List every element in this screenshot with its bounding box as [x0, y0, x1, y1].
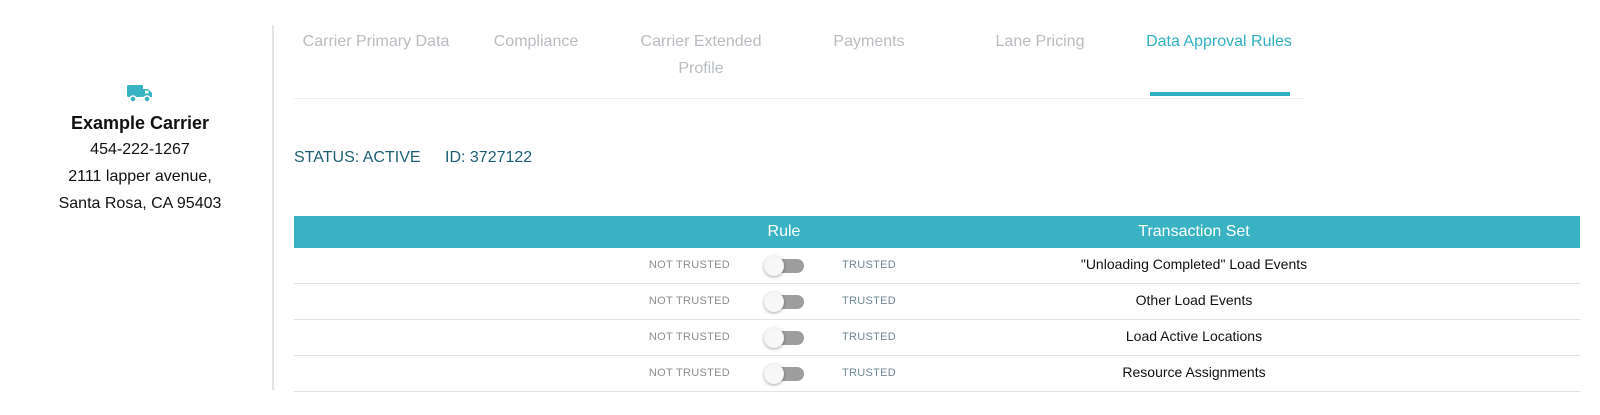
trusted-label: TRUSTED [842, 259, 897, 271]
tab-carrier-primary-data[interactable]: Carrier Primary Data [294, 28, 458, 55]
trust-toggle[interactable] [764, 328, 804, 348]
tab-data-approval-rules[interactable]: Data Approval Rules [1144, 28, 1294, 55]
toggle-knob [764, 292, 784, 312]
carrier-detail-page: Example Carrier 454-222-1267 2111 lapper… [0, 0, 1600, 415]
truck-icon [127, 85, 152, 103]
table-row: NOT TRUSTED TRUSTED "Unloading Completed… [294, 248, 1580, 284]
tab-label: Lane Pricing [995, 33, 1085, 50]
trusted-label: TRUSTED [842, 331, 897, 343]
carrier-id-text: ID: 3727122 [445, 149, 533, 166]
transaction-set-name: Load Active Locations [1125, 328, 1263, 344]
tab-bar: Carrier Primary Data Compliance Carrier … [294, 28, 1304, 99]
tab-label: Data Approval Rules [1146, 33, 1292, 50]
tab-lane-pricing[interactable]: Lane Pricing [980, 28, 1100, 55]
not-trusted-label: NOT TRUSTED [648, 367, 730, 379]
trusted-label: TRUSTED [842, 295, 897, 307]
not-trusted-label: NOT TRUSTED [648, 295, 730, 307]
data-approval-rules-table: Rule Transaction Set NOT TRUSTED TRUSTED… [294, 216, 1580, 392]
table-row: NOT TRUSTED TRUSTED Load Active Location… [294, 320, 1580, 356]
trust-toggle[interactable] [764, 256, 804, 276]
carrier-address-line-1: 2111 lapper avenue, [68, 168, 212, 185]
toggle-knob [764, 256, 784, 276]
toggle-knob [764, 328, 784, 348]
status-text: STATUS: ACTIVE [294, 149, 421, 166]
tab-payments[interactable]: Payments [814, 28, 924, 55]
tab-label: Carrier Extended [640, 33, 762, 50]
table-header: Rule Transaction Set [294, 216, 1580, 248]
carrier-profile-card: Example Carrier 454-222-1267 2111 lapper… [40, 82, 240, 217]
tab-label: Carrier Primary Data [302, 33, 450, 50]
tab-carrier-extended-profile[interactable]: Carrier Extended Profile [624, 28, 778, 82]
column-header-rule: Rule [767, 223, 801, 240]
tab-label-line-2: Profile [678, 60, 724, 77]
tab-label: Compliance [493, 33, 579, 50]
transaction-set-name: Resource Assignments [1122, 364, 1266, 380]
table-row: NOT TRUSTED TRUSTED Resource Assignments [294, 356, 1580, 392]
column-header-transaction-set: Transaction Set [1138, 223, 1250, 240]
active-tab-indicator [1150, 92, 1290, 96]
not-trusted-label: NOT TRUSTED [648, 259, 730, 271]
not-trusted-label: NOT TRUSTED [648, 331, 730, 343]
carrier-name: Example Carrier [70, 113, 210, 133]
transaction-set-name: "Unloading Completed" Load Events [1080, 256, 1308, 272]
transaction-set-name: Other Load Events [1135, 292, 1253, 308]
trust-toggle[interactable] [764, 292, 804, 312]
trusted-label: TRUSTED [842, 367, 897, 379]
trust-toggle[interactable] [764, 364, 804, 384]
toggle-knob [764, 364, 784, 384]
vertical-divider [272, 25, 274, 390]
table-row: NOT TRUSTED TRUSTED Other Load Events [294, 284, 1580, 320]
tab-compliance[interactable]: Compliance [484, 28, 588, 55]
status-line: STATUS: ACTIVE ID: 3727122 [294, 149, 552, 167]
tab-label: Payments [833, 33, 905, 50]
carrier-address-line-2: Santa Rosa, CA 95403 [58, 195, 222, 212]
carrier-phone: 454-222-1267 [90, 141, 190, 158]
